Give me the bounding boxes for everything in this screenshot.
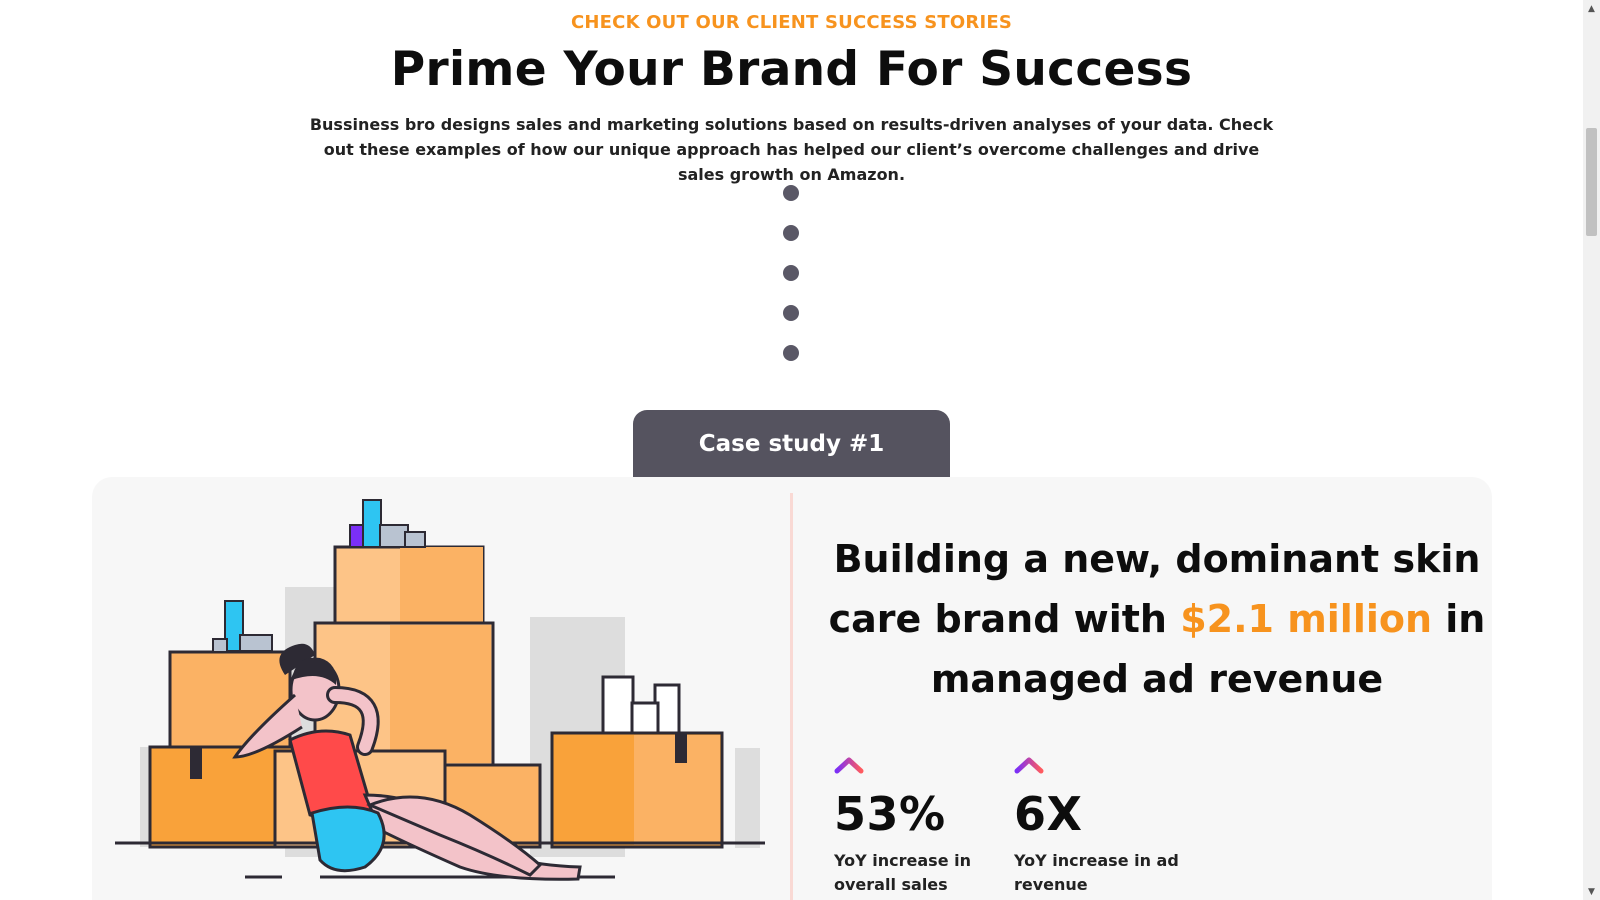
pagination-dot[interactable]: [783, 305, 799, 321]
chevron-up-icon: [1014, 757, 1044, 774]
arrow-down-icon[interactable]: ▼: [1583, 883, 1600, 900]
pagination-dot[interactable]: [783, 185, 799, 201]
slider-pagination: [783, 185, 799, 385]
case-study-tab-label: Case study #1: [698, 430, 885, 457]
pagination-dot[interactable]: [783, 265, 799, 281]
pagination-dot[interactable]: [783, 225, 799, 241]
stat-description: YoY increase in overall sales: [834, 851, 971, 894]
stat-ad-revenue: 6X YoY increase in ad revenue: [1014, 755, 1214, 897]
case-title-highlight: $2.1 million: [1180, 597, 1433, 641]
section-intro: Bussiness bro designs sales and marketin…: [309, 115, 1274, 184]
pagination-dot[interactable]: [783, 345, 799, 361]
page: CHECK OUT OUR CLIENT SUCCESS STORIES Pri…: [0, 0, 1583, 900]
vertical-divider: [790, 493, 793, 900]
boxes-woman-illustration: [115, 499, 765, 881]
section-eyebrow: CHECK OUT OUR CLIENT SUCCESS STORIES: [570, 12, 1013, 33]
case-study-title: Building a new, dominant skin care brand…: [819, 529, 1495, 709]
arrow-up-icon[interactable]: ▲: [1583, 0, 1600, 17]
scrollbar-thumb[interactable]: [1586, 128, 1597, 236]
case-study-tab[interactable]: Case study #1: [633, 410, 950, 477]
chevron-up-icon: [834, 757, 864, 774]
vertical-scrollbar[interactable]: ▲ ▼: [1583, 0, 1600, 900]
stat-value: 53%: [834, 787, 946, 841]
stat-value: 6X: [1014, 787, 1083, 841]
case-study-card: Building a new, dominant skin care brand…: [92, 477, 1492, 900]
stat-sales: 53% YoY increase in overall sales: [834, 755, 1034, 897]
stat-description: YoY increase in ad revenue: [1014, 851, 1179, 894]
section-title: Prime Your Brand For Success: [390, 42, 1193, 97]
